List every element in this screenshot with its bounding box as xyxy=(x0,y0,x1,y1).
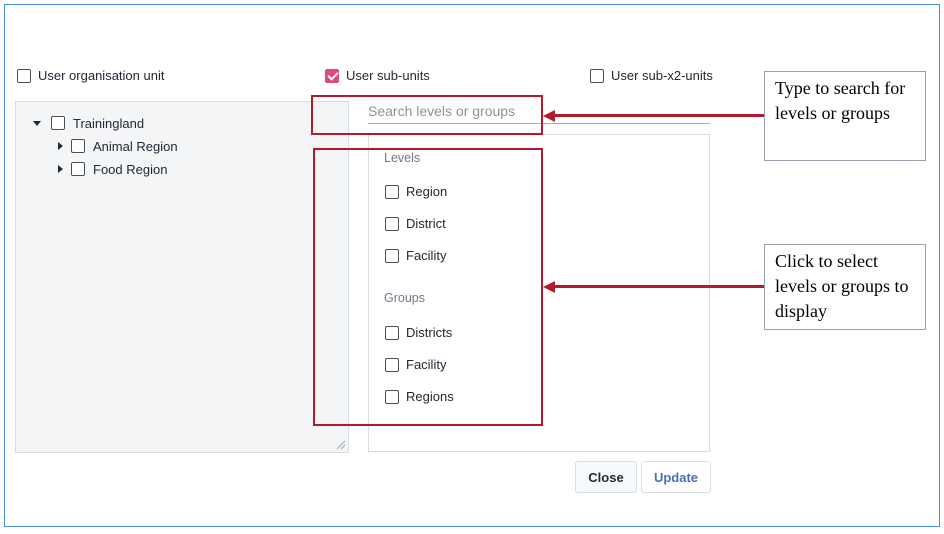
caret-down-icon[interactable] xyxy=(33,121,41,126)
user-org-unit-label: User organisation unit xyxy=(38,68,165,83)
tree-child-checkbox[interactable] xyxy=(71,139,85,153)
arrow-head-icon xyxy=(543,280,555,293)
user-sub-x2-units-label: User sub-x2-units xyxy=(611,68,713,83)
list-highlight-box xyxy=(313,148,543,426)
search-callout: Type to search for levels or groups xyxy=(764,71,926,161)
tree-child-checkbox[interactable] xyxy=(71,162,85,176)
arrow-head-icon xyxy=(543,109,555,122)
select-callout: Click to select levels or groups to disp… xyxy=(764,244,926,330)
caret-right-icon[interactable] xyxy=(58,142,63,150)
tree-root-label[interactable]: Trainingland xyxy=(73,116,144,132)
user-sub-units-label: User sub-units xyxy=(346,68,430,83)
resize-grip-icon[interactable] xyxy=(336,440,346,450)
close-button[interactable]: Close xyxy=(575,461,637,493)
tree-child-label[interactable]: Animal Region xyxy=(93,139,178,155)
tree-child-label[interactable]: Food Region xyxy=(93,162,167,178)
org-unit-tree-panel xyxy=(15,101,349,453)
arrow-line xyxy=(553,285,765,288)
user-sub-x2-units-checkbox[interactable] xyxy=(590,69,604,83)
user-sub-units-checkbox[interactable] xyxy=(325,69,339,83)
search-highlight-box xyxy=(311,95,543,135)
user-org-unit-checkbox[interactable] xyxy=(17,69,31,83)
tree-root-checkbox[interactable] xyxy=(51,116,65,130)
update-button[interactable]: Update xyxy=(641,461,711,493)
caret-right-icon[interactable] xyxy=(58,165,63,173)
arrow-line xyxy=(553,114,765,117)
